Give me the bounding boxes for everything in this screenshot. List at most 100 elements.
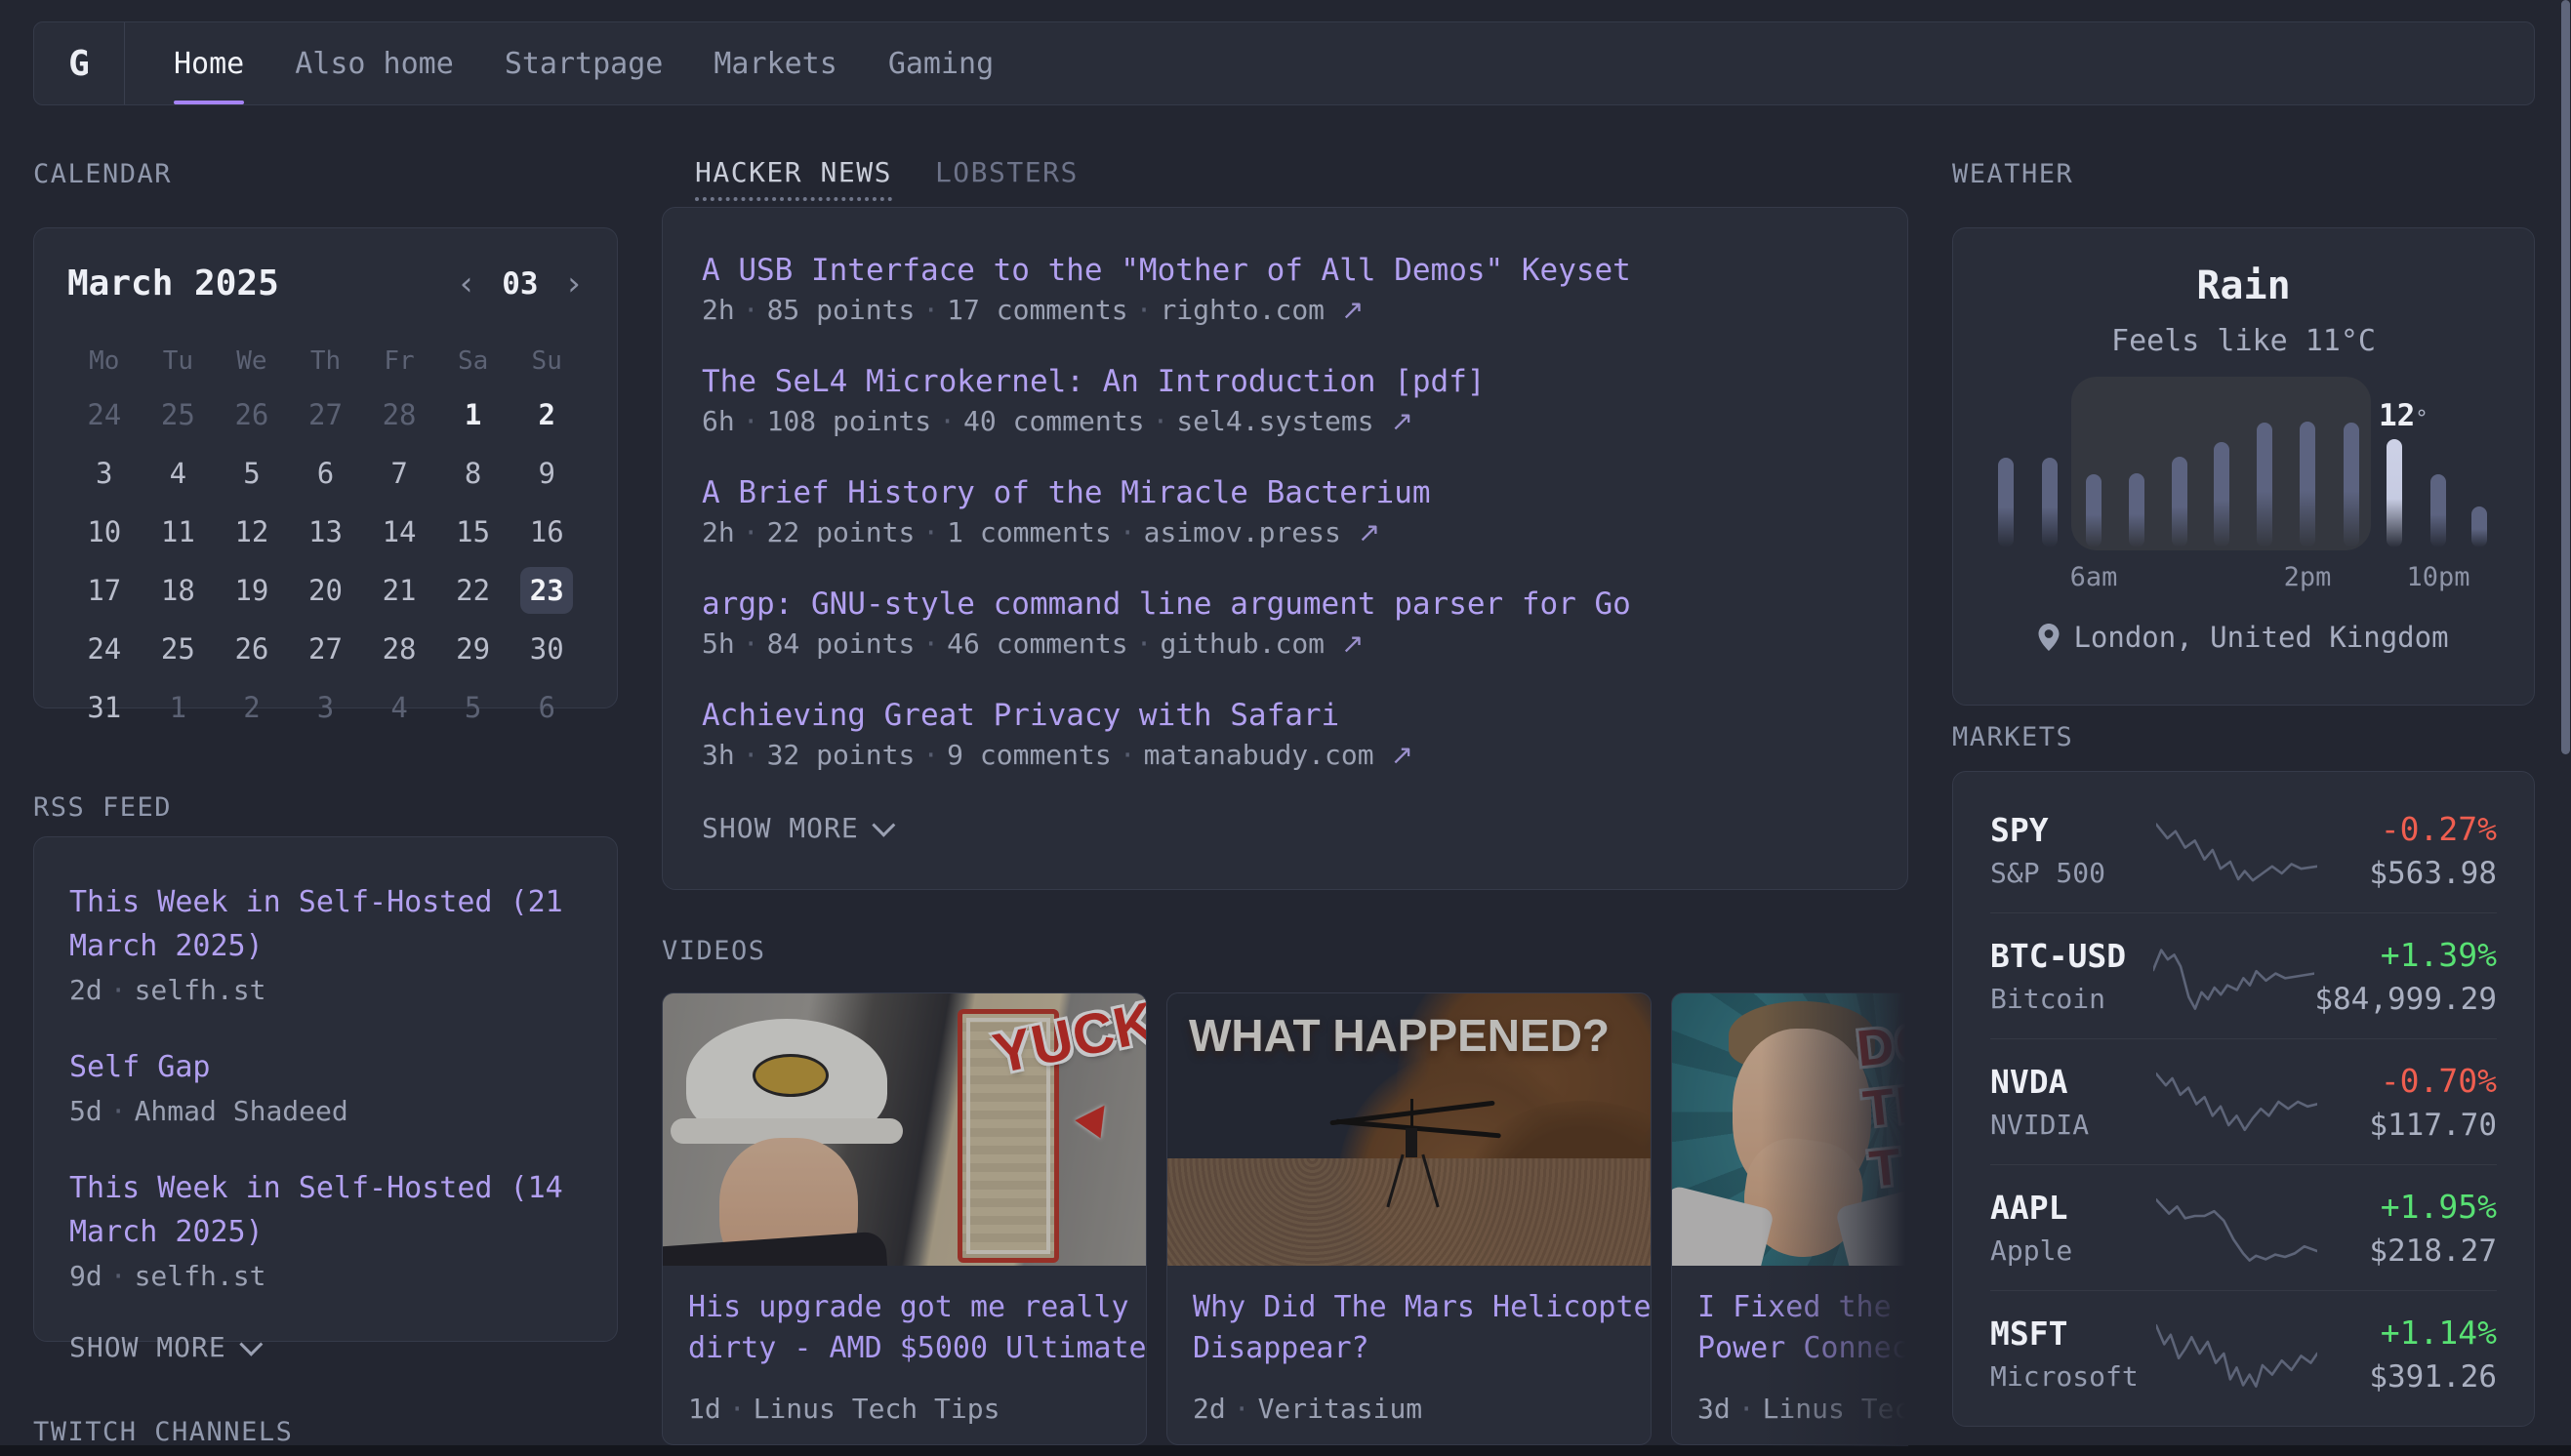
rss-item-title[interactable]: This Week in Self-Hosted (21 March 2025) — [69, 880, 582, 968]
calendar-day[interactable]: 25 — [142, 385, 216, 444]
calendar-day[interactable]: 17 — [67, 561, 142, 620]
news-item: A USB Interface to the "Mother of All De… — [702, 253, 1868, 326]
calendar-day[interactable]: 4 — [142, 444, 216, 503]
nav-tab-markets[interactable]: Markets — [714, 22, 837, 104]
page-scrollbar[interactable] — [2561, 0, 2570, 754]
rss-show-more-button[interactable]: SHOW MORE — [69, 1331, 582, 1363]
calendar-day[interactable]: 9 — [510, 444, 584, 503]
news-item-domain[interactable]: sel4.systems ↗ — [1176, 405, 1413, 437]
market-row[interactable]: MSFTMicrosoft+1.14%$391.26 — [1990, 1291, 2497, 1416]
video-title[interactable]: Why Did The Mars HelicopterDisappear? — [1193, 1287, 1625, 1369]
calendar-day[interactable]: 12 — [215, 503, 289, 561]
market-values: -0.27% $563.98 — [2317, 810, 2497, 891]
calendar-day[interactable]: 8 — [436, 444, 510, 503]
news-tab-hacker-news[interactable]: HACKER NEWS — [695, 156, 892, 201]
market-row[interactable]: AAPLApple+1.95%$218.27 — [1990, 1165, 2497, 1291]
calendar-day[interactable]: 14 — [362, 503, 436, 561]
calendar-day[interactable]: 27 — [289, 620, 363, 678]
market-symbol[interactable]: SPY — [1990, 811, 2156, 849]
calendar-day[interactable]: 2 — [510, 385, 584, 444]
video-card-clipped: DOTHTI Fixed the 5Power Connect3d·Linus … — [1671, 992, 1908, 1446]
calendar-day[interactable]: 22 — [436, 561, 510, 620]
news-item-title[interactable]: Achieving Great Privacy with Safari — [702, 698, 1868, 733]
calendar-day[interactable]: 15 — [436, 503, 510, 561]
market-symbol[interactable]: NVDA — [1990, 1063, 2156, 1101]
news-show-more-button[interactable]: SHOW MORE — [702, 812, 1868, 844]
calendar-day[interactable]: 7 — [362, 444, 436, 503]
calendar-day[interactable]: 20 — [289, 561, 363, 620]
meta-text: 2d — [69, 974, 102, 1006]
news-item-title[interactable]: A USB Interface to the "Mother of All De… — [702, 253, 1868, 288]
calendar-day[interactable]: 2 — [215, 678, 289, 737]
market-name: Microsoft — [1990, 1360, 2156, 1393]
market-price: $563.98 — [2317, 856, 2497, 891]
market-symbol[interactable]: BTC-USD — [1990, 937, 2153, 975]
news-item-domain[interactable]: righto.com ↗ — [1160, 294, 1364, 326]
calendar-day[interactable]: 29 — [436, 620, 510, 678]
rss-item-title[interactable]: Self Gap — [69, 1045, 582, 1089]
dot-separator: · — [1136, 627, 1153, 660]
nav-tab-gaming[interactable]: Gaming — [888, 22, 994, 104]
video-title[interactable]: I Fixed the 5Power Connect — [1697, 1287, 1908, 1369]
calendar-day[interactable]: 6 — [289, 444, 363, 503]
calendar-day[interactable]: 13 — [289, 503, 363, 561]
calendar-day[interactable]: 28 — [362, 385, 436, 444]
rss-item-title[interactable]: This Week in Self-Hosted (14 March 2025) — [69, 1166, 582, 1254]
news-tab-lobsters[interactable]: LOBSTERS — [935, 156, 1079, 201]
dot-separator: · — [110, 1260, 127, 1292]
news-item-domain[interactable]: asimov.press ↗ — [1144, 516, 1381, 548]
calendar-day[interactable]: 25 — [142, 620, 216, 678]
calendar-day[interactable]: 10 — [67, 503, 142, 561]
calendar-day[interactable]: 24 — [67, 620, 142, 678]
calendar-day[interactable]: 5 — [215, 444, 289, 503]
calendar-day[interactable]: 4 — [362, 678, 436, 737]
video-card: WHAT HAPPENED? Why Did The Mars Helicopte… — [1166, 992, 1652, 1445]
domain-text: matanabudy.com — [1144, 739, 1391, 771]
news-item-title[interactable]: A Brief History of the Miracle Bacterium — [702, 475, 1868, 510]
news-item-title[interactable]: The SeL4 Microkernel: An Introduction [p… — [702, 364, 1868, 399]
calendar-day[interactable]: 31 — [67, 678, 142, 737]
app-logo[interactable]: G — [34, 22, 125, 104]
nav-tab-startpage[interactable]: Startpage — [505, 22, 664, 104]
calendar-day[interactable]: 3 — [67, 444, 142, 503]
calendar-day[interactable]: 26 — [215, 620, 289, 678]
market-symbol[interactable]: AAPL — [1990, 1189, 2156, 1227]
market-symbol[interactable]: MSFT — [1990, 1314, 2156, 1353]
calendar-day[interactable]: 24 — [67, 385, 142, 444]
calendar-day[interactable]: 16 — [510, 503, 584, 561]
meta-text: selfh.st — [135, 1260, 266, 1292]
video-title[interactable]: His upgrade got me reallydirty - AMD $50… — [688, 1287, 1121, 1369]
market-name: Apple — [1990, 1234, 2156, 1267]
market-row[interactable]: SPYS&P 500-0.27%$563.98 — [1990, 788, 2497, 913]
nav-tab-also-home[interactable]: Also home — [295, 22, 454, 104]
calendar-day[interactable]: 27 — [289, 385, 363, 444]
video-thumbnail[interactable]: YUCK — [663, 993, 1146, 1266]
calendar-prev-icon[interactable]: ‹ — [457, 267, 476, 301]
video-thumbnail[interactable]: WHAT HAPPENED? — [1167, 993, 1651, 1266]
calendar-day[interactable]: 1 — [142, 678, 216, 737]
calendar-day[interactable]: 23 — [510, 561, 584, 620]
calendar-day[interactable]: 30 — [510, 620, 584, 678]
calendar-day[interactable]: 21 — [362, 561, 436, 620]
news-item-domain[interactable]: github.com ↗ — [1160, 627, 1364, 660]
calendar-day[interactable]: 6 — [510, 678, 584, 737]
news-item-domain[interactable]: matanabudy.com ↗ — [1144, 739, 1413, 771]
news-item: Achieving Great Privacy with Safari3h·32… — [702, 698, 1868, 771]
calendar-day[interactable]: 26 — [215, 385, 289, 444]
calendar-day[interactable]: 19 — [215, 561, 289, 620]
market-row[interactable]: NVDANVIDIA-0.70%$117.70 — [1990, 1039, 2497, 1165]
market-row[interactable]: BTC-USDBitcoin+1.39%$84,999.29 — [1990, 913, 2497, 1039]
calendar-day[interactable]: 1 — [436, 385, 510, 444]
market-values: -0.70%$117.70 — [2317, 1062, 2497, 1143]
calendar-next-icon[interactable]: › — [564, 267, 584, 301]
calendar-day[interactable]: 28 — [362, 620, 436, 678]
weather-hour-label: 2pm — [2284, 562, 2332, 592]
calendar-day[interactable]: 11 — [142, 503, 216, 561]
nav-tab-home[interactable]: Home — [174, 22, 244, 104]
news-item-title[interactable]: argp: GNU-style command line argument pa… — [702, 586, 1868, 622]
calendar-day[interactable]: 3 — [289, 678, 363, 737]
calendar-day[interactable]: 5 — [436, 678, 510, 737]
market-change: -0.27% — [2317, 810, 2497, 848]
calendar-day[interactable]: 18 — [142, 561, 216, 620]
video-thumbnail[interactable]: DOTHT — [1672, 993, 1908, 1266]
